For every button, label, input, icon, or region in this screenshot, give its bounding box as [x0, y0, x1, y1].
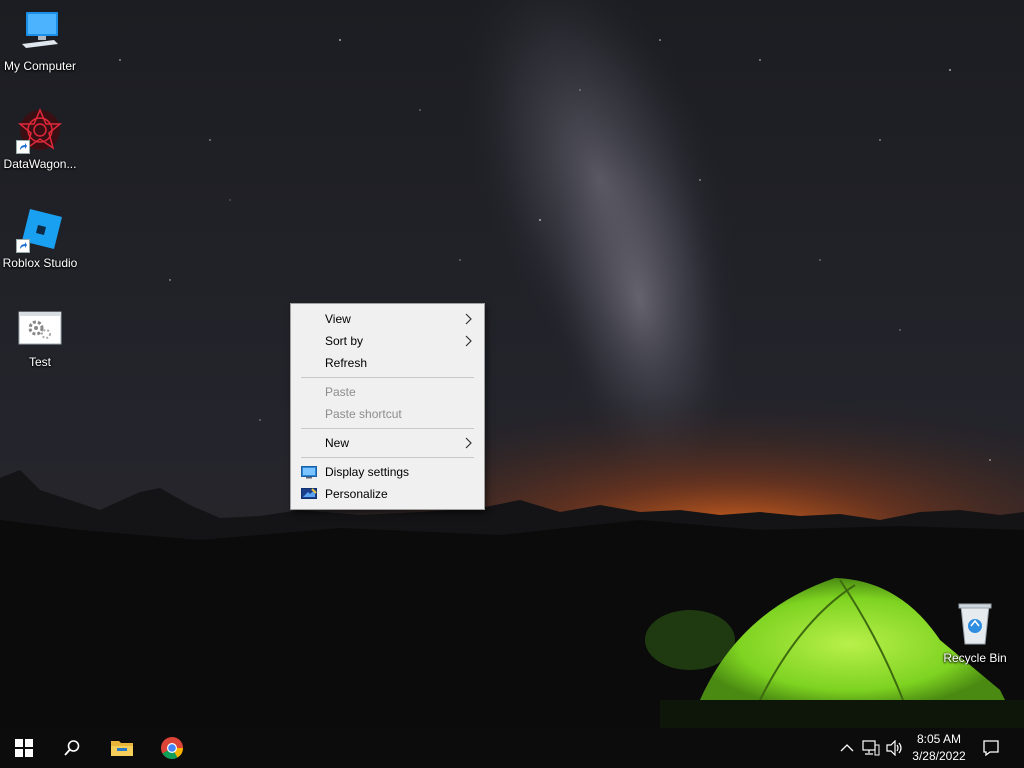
file-explorer-icon — [111, 741, 133, 756]
desktop-icon-label: Recycle Bin — [943, 651, 1007, 665]
menu-item-paste: Paste — [291, 381, 484, 403]
menu-item-label: View — [325, 312, 351, 326]
windows-start-icon — [15, 739, 33, 757]
desktop-icon-label: Roblox Studio — [2, 256, 78, 270]
menu-item-refresh[interactable]: Refresh — [291, 352, 484, 374]
wallpaper-image — [0, 0, 1024, 728]
desktop-icon-my-computer[interactable]: My Computer — [0, 8, 80, 73]
personalize-icon — [301, 488, 317, 499]
network-icon — [862, 740, 880, 756]
chrome-icon — [161, 737, 183, 759]
menu-separator — [301, 457, 474, 458]
taskbar: 8:05 AM 3/28/2022 — [0, 728, 1024, 768]
menu-item-paste-shortcut: Paste shortcut — [291, 403, 484, 425]
menu-item-label: Paste shortcut — [325, 407, 402, 421]
recycle-bin-icon — [951, 600, 999, 648]
search-button[interactable] — [48, 728, 96, 768]
desktop-wallpaper[interactable] — [0, 0, 1024, 728]
desktop-icon-datawagon[interactable]: DataWagon... — [0, 106, 80, 171]
clock-time: 8:05 AM — [916, 732, 962, 746]
menu-item-label: Paste — [325, 385, 356, 399]
menu-item-label: New — [325, 436, 350, 450]
chevron-right-icon — [465, 313, 472, 325]
display-icon — [301, 466, 317, 479]
menu-separator — [301, 377, 474, 378]
volume-button[interactable] — [886, 739, 904, 757]
start-button[interactable] — [0, 728, 48, 768]
volume-icon — [886, 740, 902, 756]
desktop-icon-label: Test — [28, 355, 51, 369]
desktop-icon-recycle-bin[interactable]: Recycle Bin — [935, 600, 1015, 665]
desktop-icon-roblox-studio[interactable]: Roblox Studio — [0, 205, 80, 270]
settings-window-icon — [16, 304, 64, 352]
datawagon-icon — [16, 106, 64, 154]
desktop-icon-label: My Computer — [3, 59, 77, 73]
shortcut-arrow-icon — [16, 140, 30, 154]
show-hidden-icons-button[interactable] — [838, 739, 856, 757]
menu-item-label: Refresh — [325, 356, 368, 370]
chevron-up-icon — [840, 744, 854, 752]
menu-separator — [301, 428, 474, 429]
menu-item-personalize[interactable]: Personalize — [291, 483, 484, 505]
menu-item-sort-by[interactable]: Sort by — [291, 330, 484, 352]
action-center-icon — [983, 740, 999, 757]
roblox-studio-icon — [16, 205, 64, 253]
search-icon — [64, 740, 80, 756]
desktop-context-menu: View Sort by Refresh Paste Paste shortcu… — [290, 303, 485, 510]
menu-item-label: Personalize — [325, 487, 388, 501]
system-clock[interactable]: 8:05 AM 3/28/2022 — [908, 731, 970, 765]
desktop-icon-label: DataWagon... — [3, 157, 77, 171]
network-button[interactable] — [862, 739, 880, 757]
action-center-button[interactable] — [982, 739, 1000, 757]
chrome-button[interactable] — [148, 728, 196, 768]
menu-item-new[interactable]: New — [291, 432, 484, 454]
menu-item-label: Sort by — [325, 334, 364, 348]
monitor-icon — [16, 8, 64, 56]
shortcut-arrow-icon — [16, 239, 30, 253]
menu-item-display-settings[interactable]: Display settings — [291, 461, 484, 483]
desktop-icon-test[interactable]: Test — [0, 304, 80, 369]
chevron-right-icon — [465, 437, 472, 449]
menu-item-label: Display settings — [325, 465, 410, 479]
menu-item-view[interactable]: View — [291, 308, 484, 330]
chevron-right-icon — [465, 335, 472, 347]
clock-date: 3/28/2022 — [912, 749, 966, 763]
file-explorer-button[interactable] — [98, 728, 146, 768]
